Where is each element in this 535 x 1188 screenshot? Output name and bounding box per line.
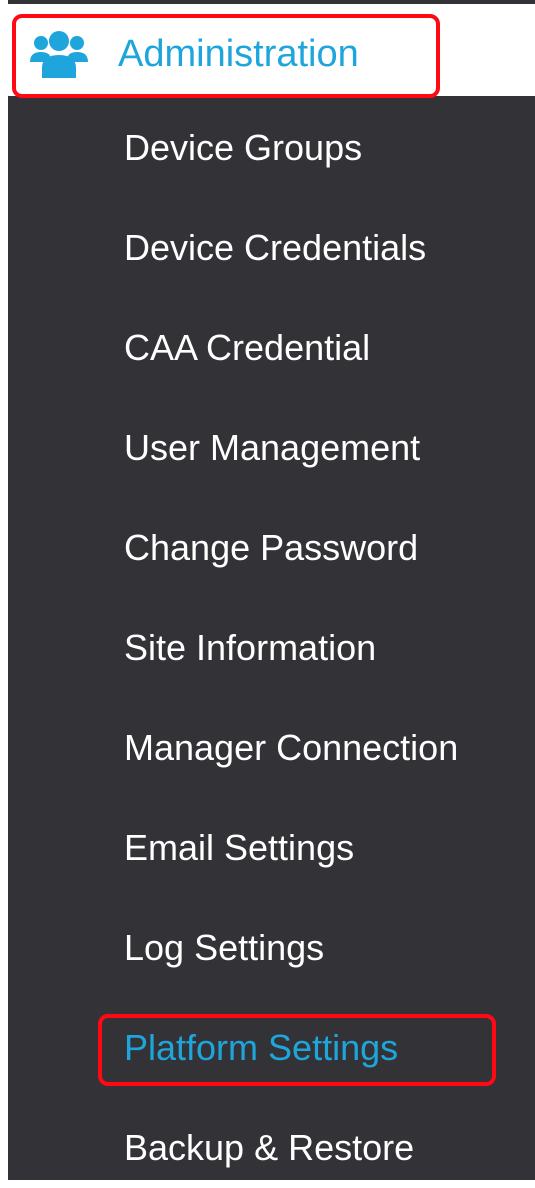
sidebar-item-label: Platform Settings [124, 1027, 399, 1068]
sidebar-item-change-password[interactable]: Change Password [8, 508, 535, 588]
sidebar-item-device-groups[interactable]: Device Groups [8, 108, 535, 188]
sidebar-item-label: Email Settings [124, 827, 355, 868]
administration-menu[interactable]: Administration [8, 8, 535, 96]
sidebar-item-label: Change Password [124, 527, 419, 568]
sidebar-item-caa-credential[interactable]: CAA Credential [8, 308, 535, 388]
sidebar-item-backup-and-restore[interactable]: Backup & Restore [8, 1108, 535, 1188]
sidebar-item-label: Device Groups [124, 127, 363, 168]
admin-sidebar: Administration Device Groups Device Crede… [8, 0, 535, 1180]
sidebar-header: Administration [8, 4, 535, 98]
sidebar-item-manager-connection[interactable]: Manager Connection [8, 708, 535, 788]
sidebar-item-label: Manager Connection [124, 727, 459, 768]
users-group-icon [30, 28, 88, 80]
sidebar-item-log-settings[interactable]: Log Settings [8, 908, 535, 988]
sidebar-item-label: Site Information [124, 627, 377, 668]
sidebar-item-label: User Management [124, 427, 421, 468]
sidebar-item-label: Log Settings [124, 927, 325, 968]
administration-label: Administration [118, 33, 359, 75]
sidebar-item-user-management[interactable]: User Management [8, 408, 535, 488]
sidebar-item-site-information[interactable]: Site Information [8, 608, 535, 688]
sidebar-item-platform-settings[interactable]: Platform Settings [8, 1008, 535, 1088]
sidebar-item-label: CAA Credential [124, 327, 371, 368]
sidebar-item-label: Device Credentials [124, 227, 427, 268]
sidebar-item-email-settings[interactable]: Email Settings [8, 808, 535, 888]
sidebar-item-device-credentials[interactable]: Device Credentials [8, 208, 535, 288]
sidebar-item-label: Backup & Restore [124, 1127, 415, 1168]
